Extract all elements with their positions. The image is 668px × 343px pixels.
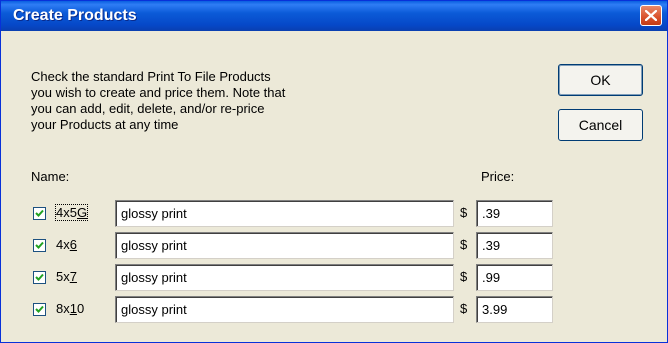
- currency-symbol: $: [460, 301, 468, 316]
- instructions-line: you can add, edit, delete, and/or re-pri…: [31, 101, 265, 116]
- instructions-line: your Products at any time: [31, 117, 179, 132]
- checkmark-icon: [35, 273, 44, 281]
- close-icon: [645, 10, 657, 21]
- product-checkbox[interactable]: [33, 239, 46, 252]
- product-checkbox[interactable]: [33, 207, 46, 220]
- product-row: 5x7 glossy print $ .99: [1, 264, 668, 292]
- title-bar[interactable]: Create Products: [1, 1, 667, 31]
- product-size-label[interactable]: 4x6: [56, 237, 77, 252]
- window-title: Create Products: [13, 7, 137, 24]
- instructions-line: you wish to create and price them. Note …: [31, 85, 286, 100]
- ok-button[interactable]: OK: [558, 64, 643, 96]
- product-description-input[interactable]: glossy print: [115, 200, 454, 227]
- product-description-input[interactable]: glossy print: [115, 232, 454, 259]
- product-size-label[interactable]: 5x7: [56, 269, 77, 284]
- product-row: 8x10 glossy print $3.99: [1, 296, 668, 324]
- cancel-button[interactable]: Cancel: [558, 109, 643, 141]
- product-row: 4x5G glossy print $ .39: [1, 200, 668, 228]
- product-checkbox[interactable]: [33, 303, 46, 316]
- create-products-dialog: Create Products Check the standard Print…: [0, 0, 668, 343]
- product-description-input[interactable]: glossy print: [115, 296, 454, 323]
- product-size-label[interactable]: 8x10: [56, 301, 84, 316]
- checkmark-icon: [35, 305, 44, 313]
- instructions-text: Check the standard Print To File Product…: [31, 69, 371, 133]
- currency-symbol: $: [460, 269, 468, 284]
- name-column-label: Name:: [31, 169, 70, 184]
- instructions-line: Check the standard Print To File Product…: [31, 69, 271, 84]
- currency-symbol: $: [460, 205, 468, 220]
- product-price-input[interactable]: .39: [476, 200, 553, 227]
- product-price-input[interactable]: .99: [476, 264, 553, 291]
- price-column-label: Price:: [481, 169, 515, 184]
- product-price-input[interactable]: .39: [476, 232, 553, 259]
- checkmark-icon: [35, 241, 44, 249]
- product-description-input[interactable]: glossy print: [115, 264, 454, 291]
- close-button[interactable]: [640, 5, 662, 26]
- product-price-input[interactable]: 3.99: [476, 296, 553, 323]
- product-row: 4x6 glossy print $ .39: [1, 232, 668, 260]
- checkmark-icon: [35, 209, 44, 217]
- product-size-label[interactable]: 4x5G: [54, 204, 89, 221]
- currency-symbol: $: [460, 237, 468, 252]
- product-checkbox[interactable]: [33, 271, 46, 284]
